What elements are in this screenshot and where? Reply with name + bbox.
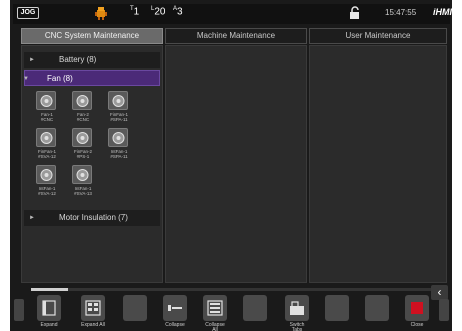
expand-icon xyxy=(42,300,56,316)
tree-item-battery[interactable]: ► Battery (8) xyxy=(24,52,160,68)
expand-arrow-icon: ► xyxy=(29,57,35,63)
machine-maintenance-panel xyxy=(165,45,307,283)
tree-item-label: Fan (8) xyxy=(47,74,73,83)
collapse-all-label: Collapse All xyxy=(205,322,225,331)
collapse-icon xyxy=(168,305,182,311)
fan-label: FinFan-2 #PS-1 xyxy=(73,149,92,159)
fan-label: FinFan-1 #SPA-11 xyxy=(109,112,128,122)
softkey-blank-3[interactable] xyxy=(325,295,349,321)
switch-tabs-icon xyxy=(290,301,304,315)
expand-all-icon xyxy=(85,300,101,316)
left-side-key[interactable] xyxy=(14,299,24,321)
user-maintenance-panel xyxy=(309,45,447,283)
axis-number: A3 xyxy=(173,6,183,18)
fan-label: FinFan-1 #SVA-12 xyxy=(37,149,56,159)
collapse-all-icon xyxy=(207,300,223,316)
right-side-key[interactable] xyxy=(439,299,449,321)
fan-tile[interactable]: FinFan-1 #SVA-12 xyxy=(28,128,66,162)
softkey-bar: ‹ Expand Expand All Collapse Collapse Al… xyxy=(13,285,450,331)
collapse-all-button[interactable] xyxy=(203,295,227,321)
fan-icon xyxy=(36,165,56,184)
expand-all-label: Expand All xyxy=(81,322,105,328)
fan-tile[interactable]: Fan-1 #CNC xyxy=(28,91,66,125)
machine-status-icon xyxy=(93,5,109,21)
softkey-blank-2[interactable] xyxy=(243,295,267,321)
tab-cnc-system-maintenance[interactable]: CNC System Maintenance xyxy=(21,28,163,44)
fan-label: Fan-1 #CNC xyxy=(40,112,54,122)
tool-number: T1 xyxy=(130,6,140,18)
fan-label: Fan-2 #CNC xyxy=(76,112,90,122)
cnc-system-panel: ► Battery (8) ▼ Fan (8) Fan-1 #CNC Fan-2… xyxy=(21,45,163,283)
fan-label: IntFan-1 #SVA-13 xyxy=(74,186,92,196)
expand-arrow-icon: ► xyxy=(29,215,35,221)
user-lock-icon[interactable] xyxy=(348,6,362,20)
fan-icon xyxy=(108,128,128,147)
fan-label: IntFan-1 #SVA-12 xyxy=(38,186,56,196)
tree-item-fan[interactable]: ▼ Fan (8) xyxy=(23,70,160,86)
fan-tile[interactable]: IntFan-1 #SPA-11 xyxy=(100,128,138,162)
close-label: Close xyxy=(410,322,424,328)
close-button[interactable] xyxy=(405,295,429,321)
switch-tabs-button[interactable] xyxy=(285,295,309,321)
expand-button[interactable] xyxy=(37,295,61,321)
fan-tile[interactable]: FinFan-2 #PS-1 xyxy=(64,128,102,162)
tab-user-maintenance[interactable]: User Maintenance xyxy=(309,28,447,44)
expand-label: Expand xyxy=(40,322,58,328)
collapse-label: Collapse xyxy=(165,322,185,328)
fan-label: IntFan-1 #SPA-11 xyxy=(110,149,128,159)
mode-indicator: JOG xyxy=(17,7,39,19)
fan-icon xyxy=(72,165,92,184)
close-icon xyxy=(411,302,423,314)
fan-tile[interactable]: IntFan-1 #SVA-13 xyxy=(64,165,102,199)
back-button[interactable]: ‹ xyxy=(431,285,448,300)
tree-item-motor-insulation[interactable]: ► Motor Insulation (7) xyxy=(24,210,160,226)
collapse-button[interactable] xyxy=(163,295,187,321)
fan-icon xyxy=(108,91,128,110)
fan-icon xyxy=(72,128,92,147)
switch-tabs-label: Switch Tabs xyxy=(289,322,305,331)
fan-tile[interactable]: Fan-2 #CNC xyxy=(64,91,102,125)
tree-item-label: Motor Insulation (7) xyxy=(59,213,128,222)
tree-item-label: Battery (8) xyxy=(59,55,97,64)
page-indicator xyxy=(31,288,441,291)
page-indicator-fill xyxy=(31,288,68,291)
softkey-blank-4[interactable] xyxy=(365,295,389,321)
fan-icon xyxy=(72,91,92,110)
softkey-blank-1[interactable] xyxy=(123,295,147,321)
brand-logo: iHMI xyxy=(433,7,452,17)
status-bar: JOG T1 L20 A3 15:47:55 iHMI xyxy=(13,4,452,24)
fan-tile[interactable]: FinFan-1 #SPA-11 xyxy=(100,91,138,125)
maintenance-tabs: CNC System Maintenance Machine Maintenan… xyxy=(21,28,447,44)
tab-machine-maintenance[interactable]: Machine Maintenance xyxy=(165,28,307,44)
clock: 15:47:55 xyxy=(385,8,417,17)
expand-all-button[interactable] xyxy=(81,295,105,321)
collapse-arrow-icon: ▼ xyxy=(23,76,29,82)
line-number: L20 xyxy=(151,6,166,18)
fan-icon xyxy=(36,128,56,147)
fan-icon xyxy=(36,91,56,110)
fan-tile[interactable]: IntFan-1 #SVA-12 xyxy=(28,165,66,199)
